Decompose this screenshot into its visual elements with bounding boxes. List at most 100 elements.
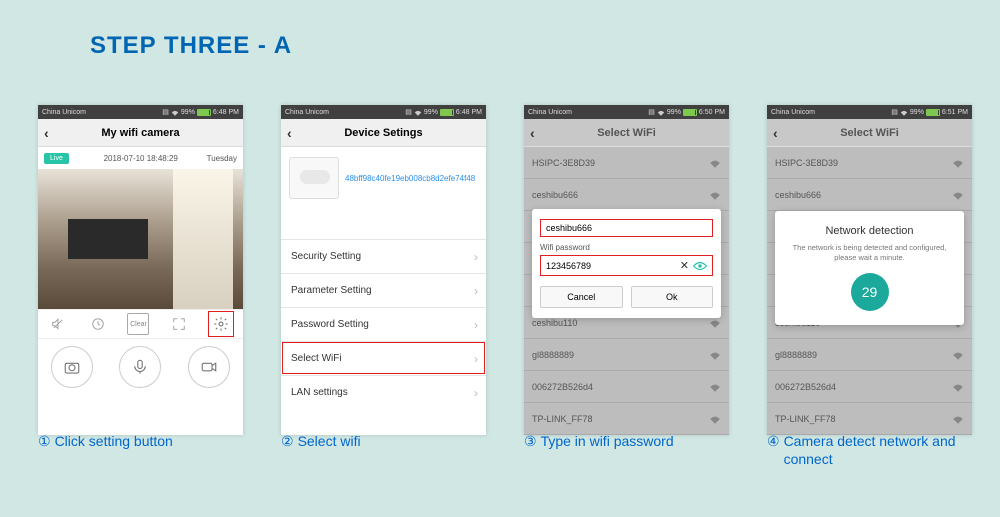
battery-icon xyxy=(197,109,211,116)
chevron-right-icon: › xyxy=(474,318,478,332)
header-bar: ‹ Device Setings xyxy=(281,119,486,147)
wifi-signal-icon xyxy=(709,382,721,392)
clock: 6:48 PM xyxy=(456,109,482,116)
chevron-right-icon: › xyxy=(474,352,478,366)
caption-3: ③ Type in wifi password xyxy=(524,432,729,468)
password-input[interactable]: 123456789 ✕ xyxy=(540,255,713,276)
header-title: Select WiFi xyxy=(840,127,899,139)
carrier-label: China Unicom xyxy=(528,109,572,116)
wifi-item[interactable]: TP-LINK_FF78 xyxy=(524,403,729,435)
cancel-button[interactable]: Cancel xyxy=(540,286,623,308)
setting-lan[interactable]: LAN settings › xyxy=(281,375,486,409)
video-meta-row: Live 2018-07-10 18:48:29 Tuesday xyxy=(38,147,243,169)
network-detection-dialog: Network detection The network is being d… xyxy=(775,211,964,325)
wifi-list-body: HSIPC-3E8D39 ceshibu666 ceshibu110 gl888… xyxy=(524,147,729,435)
wifi-signal-icon xyxy=(952,190,964,200)
back-icon[interactable]: ‹ xyxy=(530,125,535,141)
mute-icon[interactable] xyxy=(47,313,69,335)
control-row xyxy=(38,339,243,394)
wifi-signal-icon xyxy=(709,350,721,360)
password-label: Wifi password xyxy=(540,243,713,252)
wifi-item[interactable]: 006272B526d4 xyxy=(767,371,972,403)
weekday: Tuesday xyxy=(207,154,237,163)
clear-button[interactable]: Clear xyxy=(127,313,149,335)
caption-1: ① Click setting button xyxy=(38,432,243,468)
wifi-signal-icon xyxy=(709,158,721,168)
setting-password[interactable]: Password Setting › xyxy=(281,307,486,341)
wifi-list-body: HSIPC-3E8D39 ceshibu666 HSIPC-3E8C95 ces… xyxy=(767,147,972,435)
eye-icon[interactable] xyxy=(693,261,707,271)
clock: 6:50 PM xyxy=(699,109,725,116)
wifi-item[interactable]: ceshibu666 xyxy=(524,179,729,211)
fullscreen-icon[interactable] xyxy=(168,313,190,335)
battery-pct: 99% xyxy=(424,109,438,116)
clock: 6:48 PM xyxy=(213,109,239,116)
caption-4: ④ Camera detect network and connect xyxy=(767,432,972,468)
setting-parameter[interactable]: Parameter Setting › xyxy=(281,273,486,307)
wifi-item[interactable]: 006272B526d4 xyxy=(524,371,729,403)
battery-pct: 99% xyxy=(667,109,681,116)
wifi-item[interactable]: gl8888889 xyxy=(524,339,729,371)
wifi-signal-icon xyxy=(952,414,964,424)
setting-security[interactable]: Security Setting › xyxy=(281,239,486,273)
snapshot-button[interactable] xyxy=(51,346,93,388)
camera-thumbnail xyxy=(289,157,339,199)
header-bar: ‹ Select WiFi xyxy=(767,119,972,147)
status-bar: China Unicom ▤ 99% 6:48 PM xyxy=(281,105,486,119)
wifi-signal-icon xyxy=(952,158,964,168)
back-icon[interactable]: ‹ xyxy=(44,125,49,141)
device-id: 48bff98c40fe19eb008cb8d2efe74f48 xyxy=(345,174,475,183)
caption-2: ② Select wifi xyxy=(281,432,486,468)
toolbar: Clear xyxy=(38,309,243,339)
settings-list: Security Setting › Parameter Setting › P… xyxy=(281,239,486,409)
phone-row: China Unicom ▤ 99% 6:48 PM ‹ My wifi cam… xyxy=(38,105,972,435)
wifi-icon xyxy=(414,109,422,116)
setting-label: Parameter Setting xyxy=(291,285,372,296)
wifi-item[interactable]: HSIPC-3E8D39 xyxy=(524,147,729,179)
screen-1: China Unicom ▤ 99% 6:48 PM ‹ My wifi cam… xyxy=(38,105,243,435)
carrier-label: China Unicom xyxy=(771,109,815,116)
clock-icon[interactable] xyxy=(87,313,109,335)
captions-row: ① Click setting button ② Select wifi ③ T… xyxy=(38,432,972,468)
ssid-input[interactable]: ceshibu666 xyxy=(540,219,713,237)
carrier-label: China Unicom xyxy=(42,109,86,116)
setting-select-wifi[interactable]: Select WiFi › xyxy=(281,341,486,375)
camera-feed[interactable] xyxy=(38,169,243,309)
status-bar: China Unicom ▤ 99% 6:48 PM xyxy=(38,105,243,119)
settings-gear-icon[interactable] xyxy=(208,311,234,337)
wifi-item[interactable]: ceshibu666 xyxy=(767,179,972,211)
header-title: My wifi camera xyxy=(101,127,179,139)
battery-pct: 99% xyxy=(910,109,924,116)
wifi-signal-icon xyxy=(952,350,964,360)
carrier-label: China Unicom xyxy=(285,109,329,116)
wifi-password-dialog: ceshibu666 Wifi password 123456789 ✕ Can… xyxy=(532,209,721,318)
battery-icon xyxy=(440,109,454,116)
wifi-icon xyxy=(657,109,665,116)
header-title: Select WiFi xyxy=(597,127,656,139)
wifi-icon xyxy=(171,109,179,116)
wifi-signal-icon xyxy=(952,382,964,392)
device-id-row: 48bff98c40fe19eb008cb8d2efe74f48 xyxy=(281,147,486,209)
setting-label: Password Setting xyxy=(291,319,369,330)
microphone-button[interactable] xyxy=(119,346,161,388)
status-bar: China Unicom ▤ 99% 6:50 PM xyxy=(524,105,729,119)
wifi-signal-icon xyxy=(709,318,721,328)
record-button[interactable] xyxy=(188,346,230,388)
wifi-item[interactable]: HSIPC-3E8D39 xyxy=(767,147,972,179)
battery-pct: 99% xyxy=(181,109,195,116)
live-badge: Live xyxy=(44,153,69,164)
status-bar: China Unicom ▤ 99% 6:51 PM xyxy=(767,105,972,119)
screen-2: China Unicom ▤ 99% 6:48 PM ‹ Device Seti… xyxy=(281,105,486,435)
back-icon[interactable]: ‹ xyxy=(287,125,292,141)
chevron-right-icon: › xyxy=(474,386,478,400)
setting-label: Select WiFi xyxy=(291,353,342,364)
clear-icon[interactable]: ✕ xyxy=(680,259,689,272)
timestamp: 2018-07-10 18:48:29 xyxy=(75,154,207,163)
header-bar: ‹ My wifi camera xyxy=(38,119,243,147)
header-bar: ‹ Select WiFi xyxy=(524,119,729,147)
back-icon[interactable]: ‹ xyxy=(773,125,778,141)
countdown-badge: 29 xyxy=(851,273,889,311)
ok-button[interactable]: Ok xyxy=(631,286,714,308)
wifi-item[interactable]: TP-LINK_FF78 xyxy=(767,403,972,435)
wifi-item[interactable]: gl8888889 xyxy=(767,339,972,371)
